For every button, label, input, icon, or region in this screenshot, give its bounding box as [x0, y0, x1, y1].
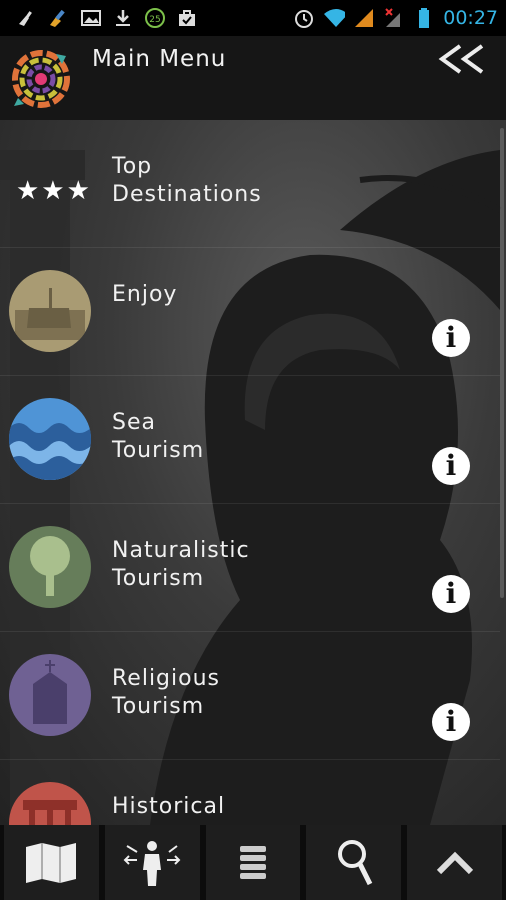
- briefcase-icon: [176, 8, 198, 28]
- enjoy-icon: [9, 270, 91, 352]
- clock: 00:27: [443, 7, 498, 29]
- broom-icon: [16, 8, 38, 28]
- back-button[interactable]: [436, 42, 488, 76]
- info-button[interactable]: i: [432, 447, 470, 485]
- svg-text:25: 25: [149, 15, 160, 25]
- nearby-tab[interactable]: [104, 825, 200, 900]
- info-icon: i: [445, 705, 457, 738]
- map-tab[interactable]: [4, 825, 99, 900]
- church-icon: [9, 654, 91, 736]
- chevron-up-icon: [436, 851, 473, 874]
- menu-item-top-destinations[interactable]: ★★★ Top Destinations: [0, 120, 500, 248]
- menu-item-enjoy[interactable]: Enjoy i: [0, 248, 500, 376]
- battery-icon: [413, 8, 435, 28]
- status-bar: 25 00:27: [0, 0, 506, 36]
- double-chevron-left-icon: [438, 44, 484, 74]
- menu-item-historical[interactable]: Historical: [0, 760, 500, 825]
- menu-item-label: Historical: [112, 794, 226, 819]
- sea-waves-icon: [9, 398, 91, 480]
- menu-item-label: Naturalistic Tourism: [112, 538, 250, 591]
- menu-item-label: Sea Tourism: [112, 410, 205, 463]
- menu-tab[interactable]: [205, 825, 301, 900]
- page-title: Main Menu: [92, 46, 227, 72]
- scroll-top-tab[interactable]: [407, 825, 502, 900]
- info-button[interactable]: i: [432, 575, 470, 613]
- three-stars-icon: ★★★: [16, 176, 92, 206]
- person-arrows-icon: [123, 840, 181, 886]
- menu-item-label: Enjoy: [112, 282, 178, 307]
- menu-item-sea-tourism[interactable]: Sea Tourism i: [0, 376, 500, 504]
- signal-icon: [353, 8, 375, 28]
- list-icon: [239, 845, 266, 879]
- brush-icon: [48, 8, 70, 28]
- menu-item-naturalistic-tourism[interactable]: Naturalistic Tourism i: [0, 504, 500, 632]
- signal-muted-icon: [383, 8, 405, 28]
- app-header: Main Menu: [0, 36, 506, 120]
- map-icon: [26, 842, 77, 883]
- tree-icon: [9, 526, 91, 608]
- temple-icon: [9, 782, 91, 825]
- search-magnifier-icon: [337, 839, 373, 885]
- wifi-icon: [323, 8, 346, 28]
- app-logo-icon: [12, 50, 70, 108]
- badge-25-icon: 25: [144, 8, 166, 28]
- search-tab[interactable]: [306, 825, 402, 900]
- info-icon: i: [445, 577, 457, 610]
- menu-list[interactable]: ★★★ Top Destinations Enjoy i Sea Tourism…: [0, 120, 506, 825]
- menu-item-label: Religious Tourism: [112, 666, 220, 719]
- scrollbar[interactable]: [500, 128, 504, 598]
- info-button[interactable]: i: [432, 703, 470, 741]
- alarm-icon: [293, 8, 315, 28]
- menu-item-label: Top Destinations: [112, 154, 262, 207]
- info-icon: i: [445, 449, 457, 482]
- image-icon: [80, 8, 102, 28]
- bottom-toolbar: [0, 825, 506, 900]
- info-icon: i: [445, 321, 457, 354]
- menu-item-religious-tourism[interactable]: Religious Tourism i: [0, 632, 500, 760]
- info-button[interactable]: i: [432, 319, 470, 357]
- download-icon: [112, 8, 134, 28]
